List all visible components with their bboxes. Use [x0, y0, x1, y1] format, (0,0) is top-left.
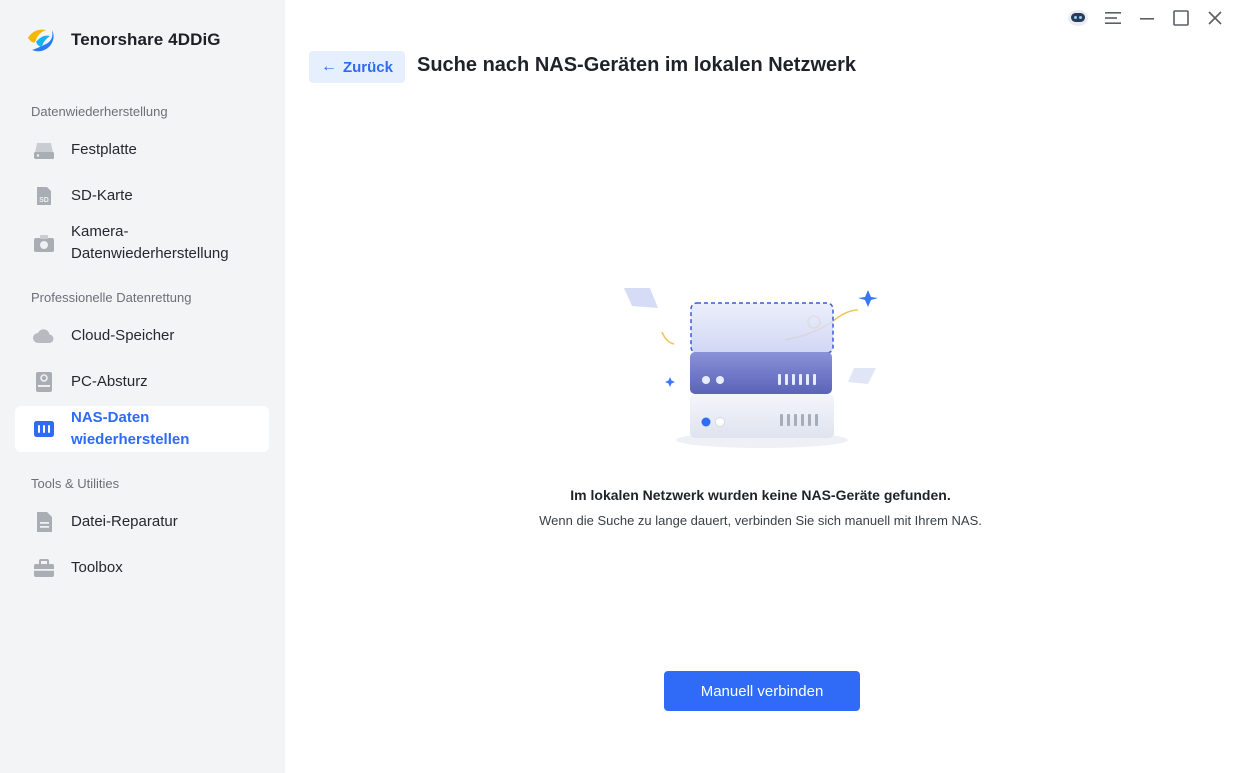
empty-state-title: Im lokalen Netzwerk wurden keine NAS-Ger… [570, 487, 951, 503]
back-button-label: Zurück [342, 58, 393, 76]
sidebar-item-label: PC-Absturz [71, 373, 148, 390]
section-title-professional: Professionelle Datenrettung [31, 290, 192, 305]
cloud-icon [31, 323, 57, 349]
sidebar-item-sd-karte[interactable]: SD SD-Karte [15, 174, 269, 218]
app-name: Tenorshare 4DDiG [71, 30, 221, 49]
sidebar-item-label: Toolbox [71, 559, 123, 576]
maximize-icon[interactable] [1169, 6, 1193, 30]
sidebar-item-festplatte[interactable]: Festplatte [15, 128, 269, 172]
camera-icon [31, 230, 57, 256]
nas-search-illustration-icon [624, 288, 878, 448]
brand: Tenorshare 4DDiG [24, 24, 221, 56]
sidebar-item-label: SD-Karte [71, 187, 133, 204]
manual-connect-label: Manuell verbinden [700, 682, 824, 700]
arrow-left-icon: ← [320, 58, 337, 75]
svg-text:SD: SD [39, 197, 49, 204]
sidebar-item-datei-reparatur[interactable]: Datei-Reparatur [15, 500, 269, 544]
sidebar-item-label: Cloud-Speicher [71, 327, 175, 344]
file-repair-icon [31, 509, 57, 535]
assistant-icon[interactable] [1066, 6, 1090, 30]
close-icon[interactable] [1203, 6, 1227, 30]
empty-state-subtitle: Wenn die Suche zu lange dauert, verbinde… [539, 513, 982, 528]
app-logo-icon [28, 29, 54, 52]
pc-crash-icon [31, 369, 57, 395]
back-button[interactable]: ← Zurück [309, 51, 405, 83]
section-title-recovery: Datenwiederherstellung [31, 104, 168, 119]
sidebar-item-cloud-speicher[interactable]: Cloud-Speicher [15, 314, 269, 358]
sidebar-item-label: Datei-Reparatur [71, 513, 178, 530]
sidebar-item-toolbox[interactable]: Toolbox [15, 546, 269, 590]
sidebar-item-label: Festplatte [71, 141, 137, 158]
toolbox-icon [31, 555, 57, 581]
sidebar-item-label: NAS-Daten wiederherstellen [71, 409, 190, 448]
sidebar-item-kamera[interactable]: Kamera- Datenwiederherstellung [15, 220, 269, 266]
hard-drive-icon [31, 137, 57, 163]
menu-icon[interactable] [1101, 6, 1125, 30]
sidebar: Tenorshare 4DDiG Datenwiederherstellung … [0, 0, 285, 773]
manual-connect-button[interactable]: Manuell verbinden [664, 671, 860, 711]
sidebar-item-nas-daten[interactable]: NAS-Daten wiederherstellen [15, 406, 269, 452]
nas-icon [31, 416, 57, 442]
minimize-icon[interactable] [1135, 6, 1159, 30]
section-title-tools: Tools & Utilities [31, 476, 120, 491]
sidebar-item-label: Kamera- Datenwiederherstellung [71, 223, 229, 262]
sd-card-icon: SD [31, 183, 57, 209]
sidebar-item-pc-absturz[interactable]: PC-Absturz [15, 360, 269, 404]
page-title: Suche nach NAS-Geräten im lokalen Netzwe… [417, 54, 857, 76]
